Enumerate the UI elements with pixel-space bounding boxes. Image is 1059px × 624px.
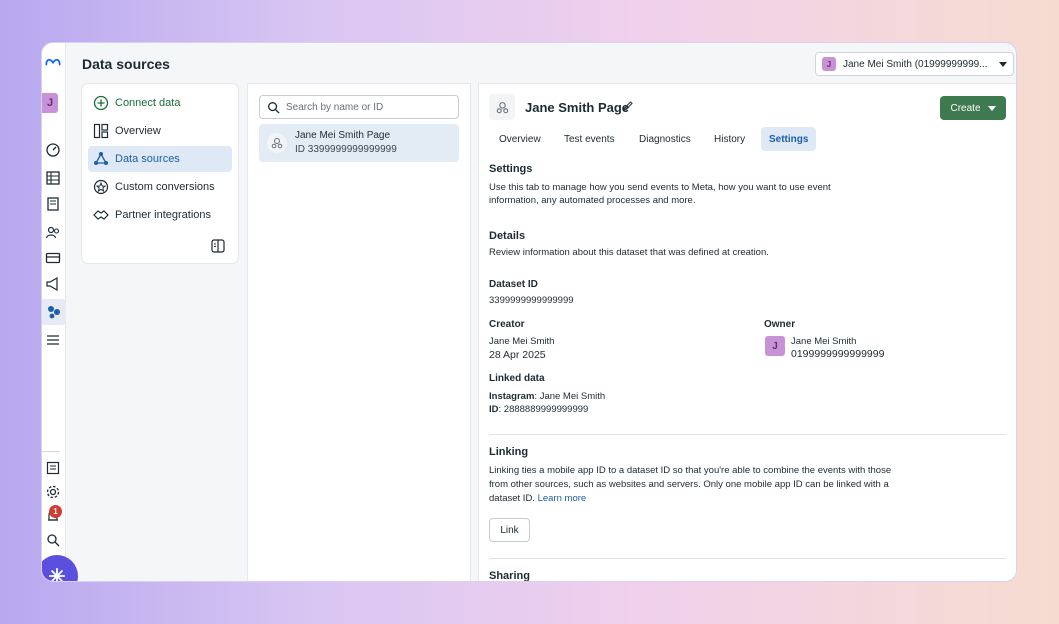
- events-manager-icon[interactable]: [42, 299, 66, 325]
- linked-platform: Instagram: [489, 391, 535, 402]
- linked-account-name: Jane Mei Smith: [539, 391, 606, 402]
- avatar[interactable]: J: [42, 93, 58, 113]
- create-label: Create: [950, 102, 981, 114]
- plus-circle-icon: [93, 95, 109, 111]
- owner-label: Owner: [764, 319, 796, 330]
- source-id: ID 3399999999999999: [295, 144, 397, 155]
- nav-item-label: Data sources: [115, 153, 180, 165]
- dataset-title: Jane Smith Page: [525, 100, 630, 115]
- chevron-down-icon: [999, 61, 1007, 67]
- list-item[interactable]: Jane Mei Smith Page ID 3399999999999999: [259, 124, 459, 162]
- page-title: Data sources: [82, 56, 170, 72]
- app-window: J 1 Data sources J Jane Mei Smith (01999…: [41, 42, 1017, 582]
- owner-id: 0199999999999999: [791, 348, 885, 360]
- account-selector[interactable]: J Jane Mei Smith (01999999999...: [815, 52, 1014, 76]
- reports-icon[interactable]: [42, 457, 64, 479]
- owner-avatar: J: [765, 336, 785, 356]
- section-divider: [489, 434, 1006, 435]
- help-fab-button[interactable]: [42, 555, 78, 581]
- linking-description-line-3: dataset ID. Learn more: [489, 492, 586, 506]
- linking-description-text: dataset ID.: [489, 493, 535, 504]
- linking-description-line-2: from other sources, such as websites and…: [489, 479, 889, 490]
- details-description: Review information about this dataset th…: [489, 247, 769, 258]
- search-box[interactable]: [259, 95, 459, 119]
- tab-history[interactable]: History: [706, 127, 753, 151]
- layout-icon: [93, 123, 109, 139]
- pages-icon[interactable]: [42, 193, 64, 215]
- settings-description-line-1: Use this tab to manage how you send even…: [489, 182, 831, 193]
- data-source-list: Jane Mei Smith Page ID 3399999999999999: [248, 84, 470, 581]
- audience-icon[interactable]: [42, 221, 64, 243]
- linked-id-label: ID: [489, 404, 499, 415]
- sparkle-icon: [48, 567, 66, 581]
- tab-overview[interactable]: Overview: [491, 127, 549, 151]
- dataset-icon: [267, 133, 287, 153]
- handshake-icon: [93, 210, 109, 220]
- collapse-sidebar-icon[interactable]: [211, 239, 225, 253]
- meta-logo-icon[interactable]: [42, 51, 64, 73]
- nav-item-label: Connect data: [115, 97, 181, 109]
- learn-more-link[interactable]: Learn more: [538, 493, 587, 504]
- megaphone-icon[interactable]: [42, 273, 64, 295]
- nav-item-custom-conversions[interactable]: Custom conversions: [88, 174, 232, 200]
- icon-rail: J 1: [42, 43, 78, 581]
- chevron-down-icon: [987, 105, 996, 111]
- menu-icon[interactable]: [42, 329, 64, 351]
- linked-instagram-row: Instagram: Jane Mei Smith: [489, 391, 606, 402]
- dataset-icon: [489, 94, 515, 120]
- nav-item-overview[interactable]: Overview: [88, 118, 232, 144]
- search-input[interactable]: [286, 101, 446, 113]
- star-circle-icon: [93, 179, 109, 195]
- nav-item-label: Custom conversions: [115, 181, 215, 193]
- details-heading: Details: [489, 230, 526, 242]
- edit-pencil-icon[interactable]: [622, 100, 634, 112]
- sharing-heading: Sharing: [489, 570, 530, 582]
- tab-test-events[interactable]: Test events: [556, 127, 623, 151]
- settings-description-line-2: information, any automated processes and…: [489, 195, 696, 206]
- tab-diagnostics[interactable]: Diagnostics: [631, 127, 699, 151]
- rail-divider: [42, 451, 60, 452]
- linking-description-line-1: Linking ties a mobile app ID to a datase…: [489, 465, 892, 476]
- linking-heading: Linking: [489, 446, 529, 458]
- tab-settings[interactable]: Settings: [761, 127, 817, 151]
- dataset-id-label: Dataset ID: [489, 279, 538, 290]
- dashboard-icon[interactable]: [42, 139, 64, 161]
- nav-item-label: Overview: [115, 125, 161, 137]
- nav-item-connect-data[interactable]: Connect data: [88, 90, 232, 116]
- search-icon[interactable]: [42, 529, 64, 551]
- linked-data-label: Linked data: [489, 373, 545, 384]
- table-icon[interactable]: [42, 167, 64, 189]
- settings-gear-icon[interactable]: [42, 481, 64, 503]
- linked-id-row: ID: 2888889999999999: [489, 404, 589, 415]
- network-icon: [94, 152, 108, 165]
- creator-date: 28 Apr 2025: [489, 349, 546, 361]
- notification-badge: 1: [49, 505, 62, 518]
- nav-item-partner-integrations[interactable]: Partner integrations: [88, 202, 232, 228]
- dataset-id-value: 3399999999999999: [489, 295, 574, 306]
- creator-label: Creator: [489, 319, 525, 330]
- billing-icon[interactable]: [42, 247, 64, 269]
- owner-name: Jane Mei Smith: [791, 336, 857, 347]
- account-name: Jane Mei Smith (01999999999...: [843, 58, 988, 70]
- detail-panel: Jane Smith Page Create Overview Test eve…: [479, 84, 1016, 582]
- account-avatar: J: [822, 57, 836, 71]
- search-icon: [268, 101, 280, 114]
- nav-card: Connect data Overview Data sources Custo…: [82, 84, 238, 263]
- create-button[interactable]: Create: [940, 96, 1006, 120]
- linked-id-value: 2888889999999999: [503, 404, 589, 415]
- settings-heading: Settings: [489, 163, 533, 175]
- nav-item-label: Partner integrations: [115, 209, 211, 221]
- creator-name: Jane Mei Smith: [489, 336, 555, 347]
- link-button[interactable]: Link: [489, 518, 530, 542]
- nav-item-data-sources[interactable]: Data sources: [88, 146, 232, 172]
- source-name: Jane Mei Smith Page: [295, 130, 391, 141]
- section-divider: [489, 558, 1006, 559]
